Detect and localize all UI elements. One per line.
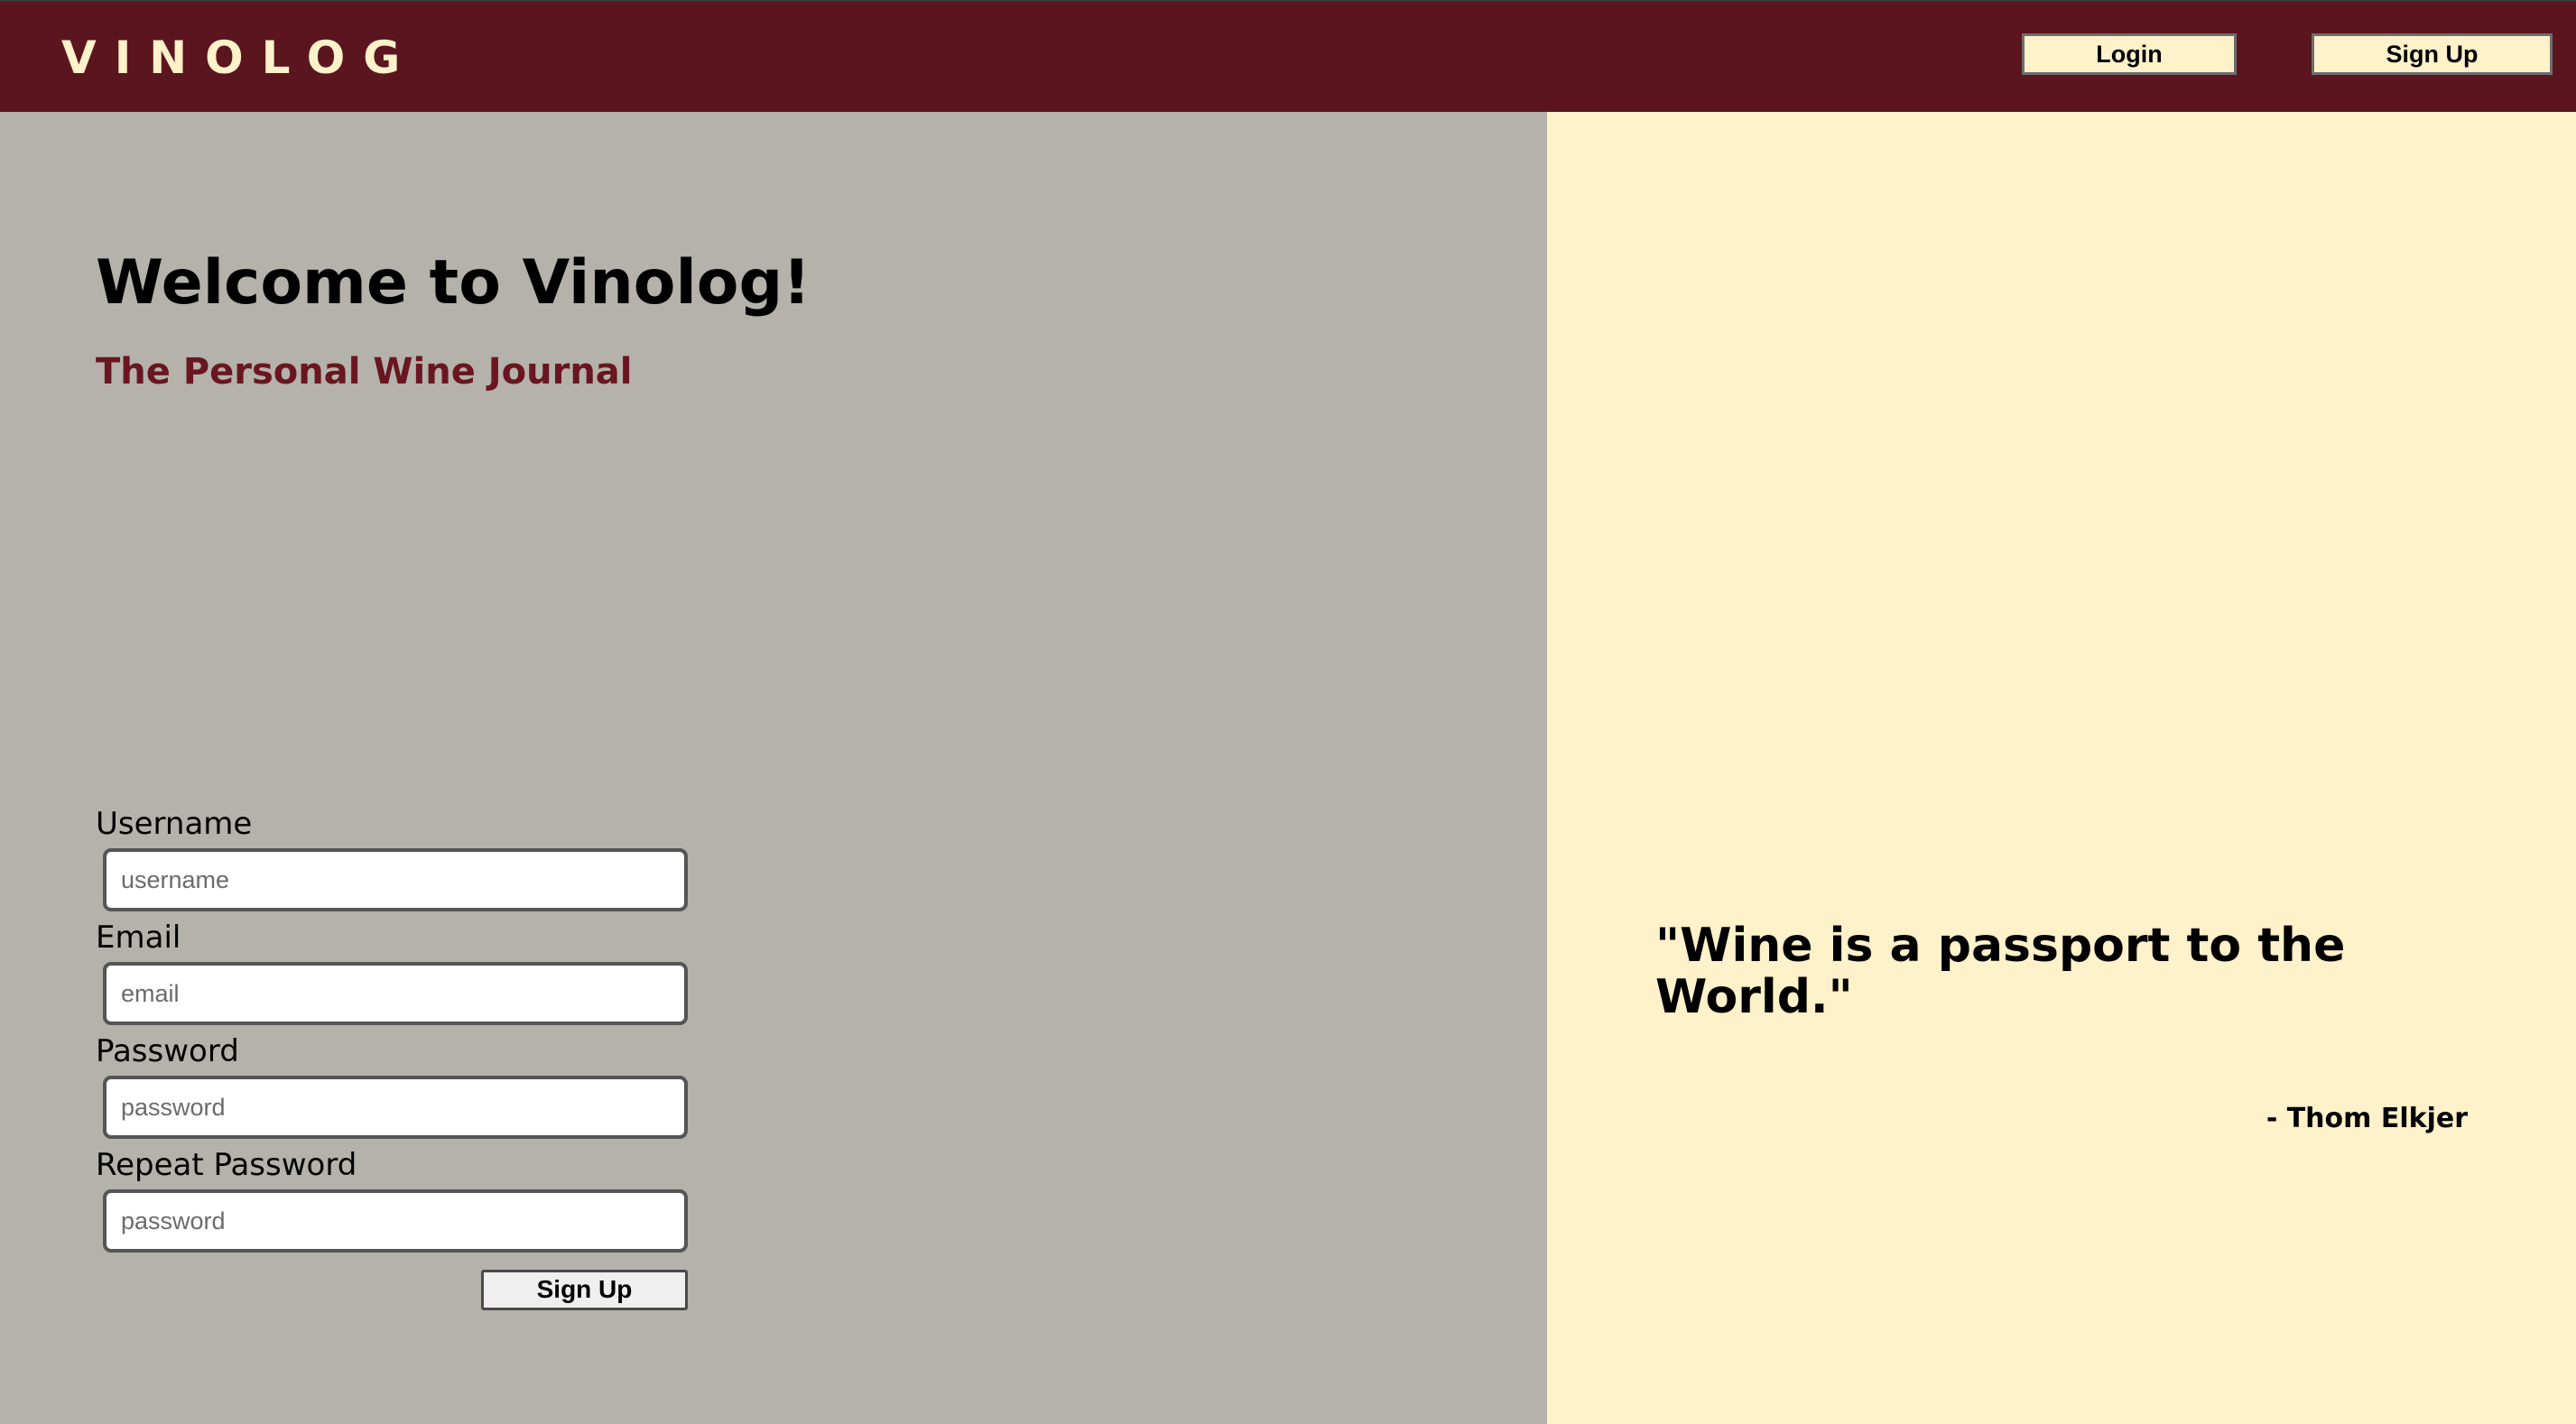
signup-nav-button[interactable]: Sign Up — [2312, 33, 2553, 75]
signup-panel: Welcome to Vinolog! The Personal Wine Jo… — [0, 112, 1547, 1424]
password-label: Password — [96, 1033, 239, 1069]
repeat-password-input[interactable] — [103, 1189, 688, 1253]
password-input[interactable] — [103, 1076, 688, 1139]
brand-logo[interactable]: VINOLOG — [61, 25, 418, 90]
email-label: Email — [96, 920, 181, 956]
page: VINOLOG Login Sign Up Welcome to Vinolog… — [0, 0, 2576, 1424]
login-button[interactable]: Login — [2022, 33, 2237, 75]
repeat-password-label: Repeat Password — [96, 1147, 357, 1183]
page-title: Welcome to Vinolog! — [96, 247, 811, 319]
top-navbar: VINOLOG Login Sign Up — [0, 0, 2576, 112]
username-input[interactable] — [103, 848, 688, 911]
quote-author: - Thom Elkjer — [2266, 1103, 2468, 1134]
email-input[interactable] — [103, 962, 688, 1025]
quote-panel: "Wine is a passport to the World." - Tho… — [1547, 112, 2576, 1424]
page-subtitle: The Personal Wine Journal — [96, 351, 633, 393]
signup-submit-button[interactable]: Sign Up — [481, 1270, 688, 1310]
username-label: Username — [96, 806, 253, 842]
quote-text: "Wine is a passport to the World." — [1655, 919, 2346, 1024]
